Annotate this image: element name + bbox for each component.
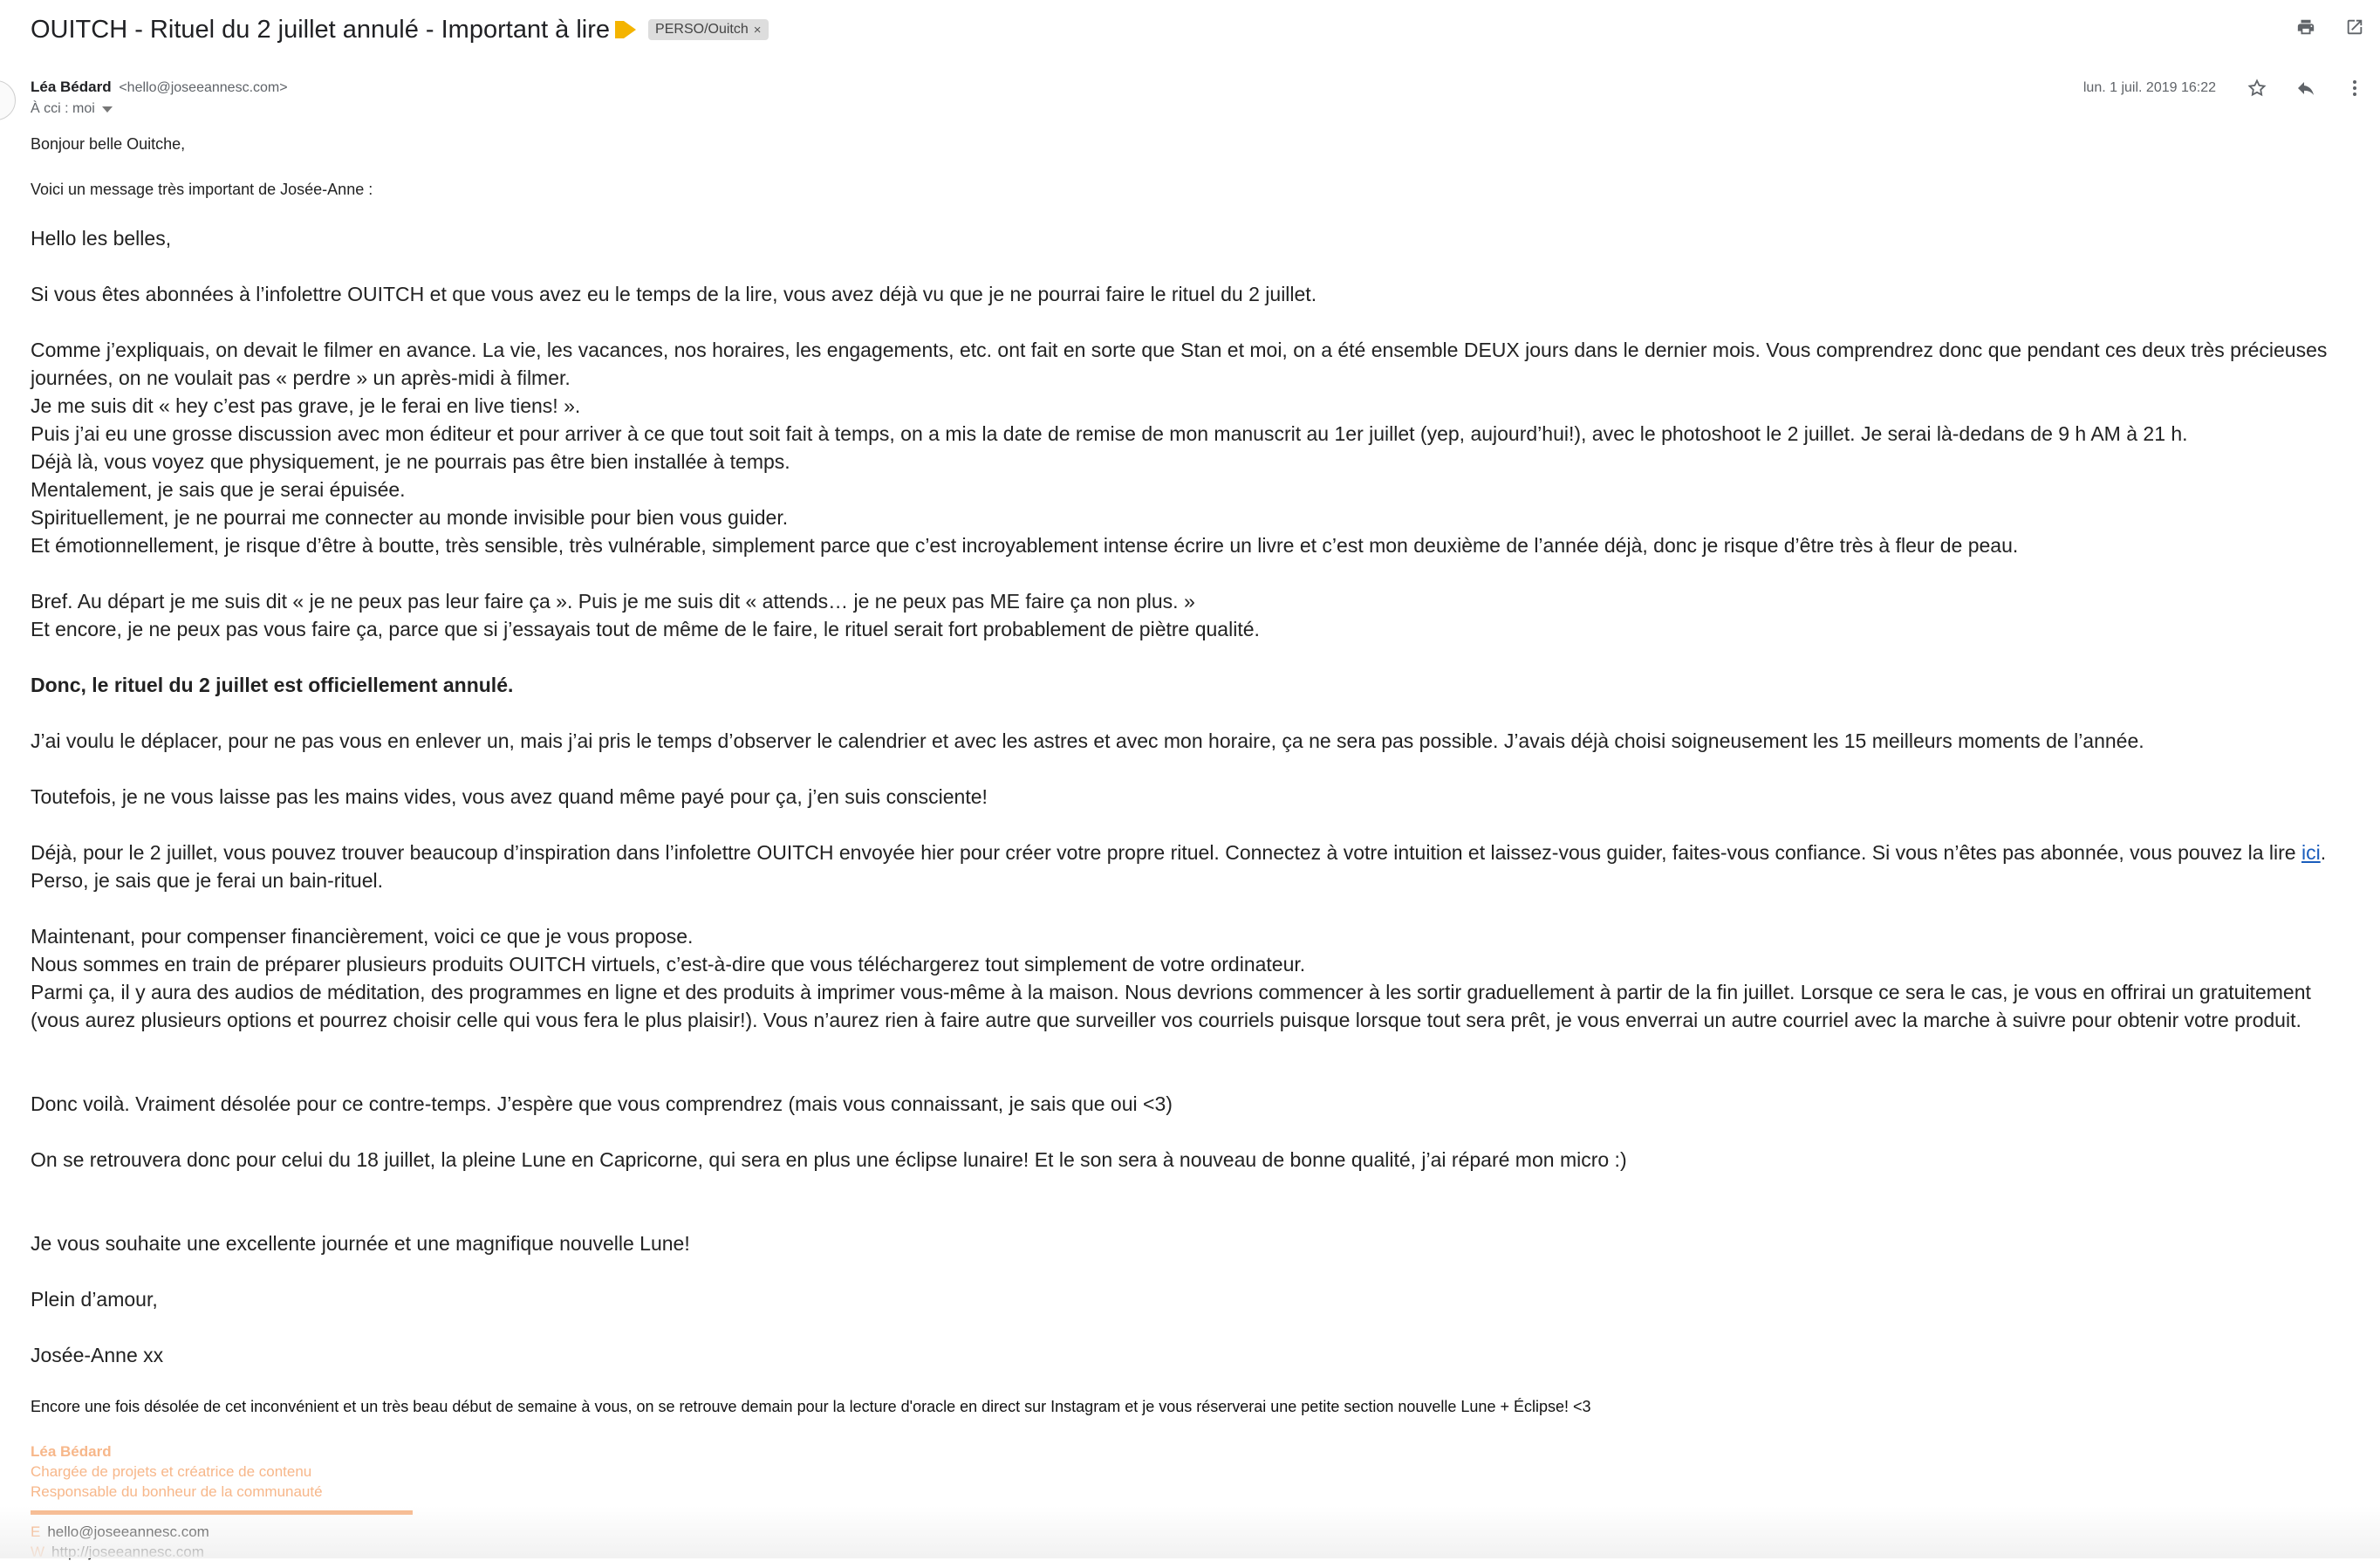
header-actions xyxy=(2295,16,2366,38)
explanation-line: Je me suis dit « hey c’est pas grave, je… xyxy=(31,394,581,417)
greeting-line: Bonjour belle Ouitche, xyxy=(31,135,186,153)
chevron-down-icon[interactable] xyxy=(101,106,113,113)
paragraph-compensation: Maintenant, pour compenser financièremen… xyxy=(31,922,2356,1034)
paragraph-apology: Donc voilà. Vraiment désolée pour ce con… xyxy=(31,1092,1173,1115)
web-value[interactable]: http://joseeannesc.com xyxy=(51,1544,204,1560)
compensation-line: Nous sommes en train de préparer plusieu… xyxy=(31,953,1306,976)
signature-email: Ehello@joseeannesc.com xyxy=(31,1523,209,1541)
explanation-line: Déjà là, vous voyez que physiquement, je… xyxy=(31,450,790,473)
star-icon[interactable] xyxy=(2246,77,2268,99)
email-value[interactable]: hello@joseeannesc.com xyxy=(47,1523,209,1540)
email-header: OUITCH - Rituel du 2 juillet annulé - Im… xyxy=(31,12,769,47)
paragraph-hello: Hello les belles, xyxy=(31,227,172,250)
signature-title: Chargée de projets et créatrice de conte… xyxy=(31,1463,312,1480)
signature-title: Responsable du bonheur de la communauté xyxy=(31,1483,323,1500)
recipient-text: À cci : moi xyxy=(31,101,95,116)
compensation-line: Maintenant, pour compenser financièremen… xyxy=(31,925,694,948)
paragraph-explanation: Comme j’expliquais, on devait le filmer … xyxy=(31,336,2356,559)
sender-name[interactable]: Léa Bédard xyxy=(31,79,112,95)
compensation-line: Parmi ça, il y aura des audios de médita… xyxy=(31,981,2311,1031)
paragraph-wishes: Je vous souhaite une excellente journée … xyxy=(31,1232,690,1255)
paragraph-reschedule: J’ai voulu le déplacer, pour ne pas vous… xyxy=(31,729,2144,752)
signature-divider xyxy=(31,1510,413,1515)
label-chip[interactable]: PERSO/Ouitch × xyxy=(648,19,769,40)
web-key: W xyxy=(31,1544,45,1560)
sender-email: <hello@joseeannesc.com> xyxy=(119,80,288,95)
reply-icon[interactable] xyxy=(2295,77,2317,99)
importance-marker-icon[interactable] xyxy=(615,21,637,38)
explanation-line: Et émotionnellement, je risque d’être à … xyxy=(31,534,2019,557)
recipient-info: À cci : moi xyxy=(31,101,113,117)
sender-avatar xyxy=(0,80,16,120)
printer-icon[interactable] xyxy=(2295,16,2317,38)
explanation-line: Spirituellement, je ne pourrai me connec… xyxy=(31,506,789,529)
newsletter-link[interactable]: ici xyxy=(2301,841,2321,864)
intro-line: Voici un message très important de Josée… xyxy=(31,181,373,198)
paragraph-not-empty-handed: Toutefois, je ne vous laisse pas les mai… xyxy=(31,785,988,808)
footnote-text: Encore une fois désolée de cet inconvéni… xyxy=(31,1398,1591,1415)
explanation-line: Comme j’expliquais, on devait le filmer … xyxy=(31,339,2328,389)
email-key: E xyxy=(31,1523,41,1540)
remove-label-button[interactable]: × xyxy=(754,23,762,38)
sender-info: Léa Bédard <hello@joseeannesc.com> xyxy=(31,79,288,96)
explanation-line: Puis j’ai eu une grosse discussion avec … xyxy=(31,422,2188,445)
signature-website: Whttp://joseeannesc.com xyxy=(31,1544,204,1561)
open-in-new-window-icon[interactable] xyxy=(2343,16,2366,38)
paragraph-closing: Plein d’amour, xyxy=(31,1288,158,1311)
paragraph-bref: Bref. Au départ je me suis dit « je ne p… xyxy=(31,587,2356,643)
email-subject: OUITCH - Rituel du 2 juillet annulé - Im… xyxy=(31,15,611,44)
bref-line: Et encore, je ne peux pas vous faire ça,… xyxy=(31,618,1260,640)
paragraph-signoff: Josée-Anne xx xyxy=(31,1344,164,1366)
paragraph-next-ritual: On se retrouvera donc pour celui du 18 j… xyxy=(31,1148,1627,1171)
bref-line: Bref. Au départ je me suis dit « je ne p… xyxy=(31,590,1195,613)
signature-name: Léa Bédard xyxy=(31,1443,112,1460)
label-chip-text: PERSO/Ouitch xyxy=(655,22,749,37)
paragraph-newsletter: Si vous êtes abonnées à l’infolettre OUI… xyxy=(31,283,1317,305)
inspiration-text: Déjà, pour le 2 juillet, vous pouvez tro… xyxy=(31,841,2301,864)
message-date: lun. 1 juil. 2019 16:22 xyxy=(2082,80,2216,95)
more-vertical-icon[interactable] xyxy=(2343,77,2366,99)
paragraph-inspiration: Déjà, pour le 2 juillet, vous pouvez tro… xyxy=(31,839,2356,894)
explanation-line: Mentalement, je sais que je serai épuisé… xyxy=(31,478,406,501)
cancellation-notice: Donc, le rituel du 2 juillet est officie… xyxy=(31,674,514,696)
message-actions: lun. 1 juil. 2019 16:22 xyxy=(2083,77,2366,99)
